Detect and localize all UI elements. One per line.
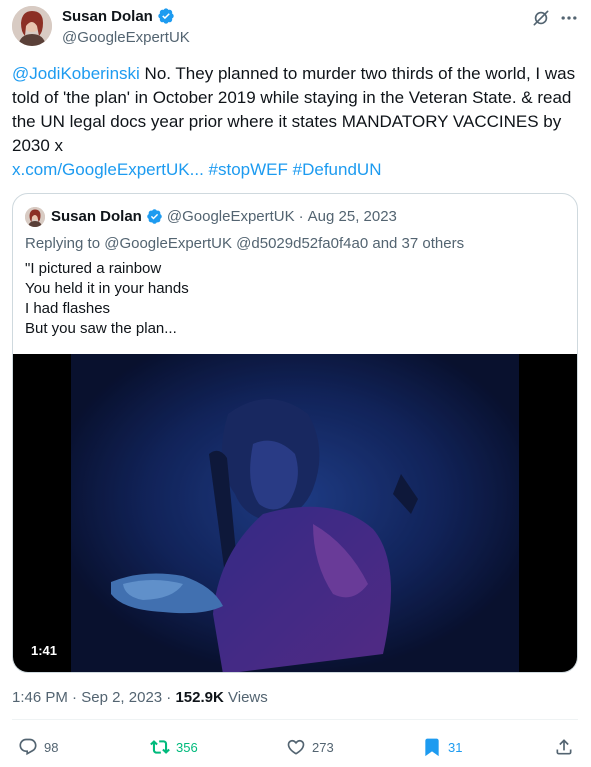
bookmark-count: 31 <box>448 739 463 755</box>
mention-link[interactable]: @JodiKoberinski <box>12 64 140 83</box>
separator-dot: · <box>298 208 304 225</box>
tweet: Susan Dolan @GoogleExpertUK @JodiKoberin… <box>0 0 591 767</box>
quoted-line: But you saw the plan... <box>25 320 177 337</box>
bookmark-button[interactable]: 31 <box>422 737 462 757</box>
replying-to-suffix: and 37 others <box>368 235 465 252</box>
tweet-date[interactable]: Sep 2, 2023 <box>81 689 162 706</box>
views-count[interactable]: 152.9K <box>175 689 223 706</box>
replying-to-prefix: Replying to <box>25 235 105 252</box>
quoted-tweet[interactable]: Susan Dolan @GoogleExpertUK · Aug 25, 20… <box>12 193 578 673</box>
heart-icon <box>287 739 305 755</box>
retweet-count: 356 <box>176 739 198 755</box>
author-name-row[interactable]: Susan Dolan <box>62 7 175 25</box>
quoted-header: Susan Dolan @GoogleExpertUK · Aug 25, 20… <box>51 208 397 225</box>
quoted-avatar[interactable] <box>25 207 45 227</box>
author-display-name[interactable]: Susan Dolan <box>62 8 153 25</box>
retweet-icon <box>150 740 170 754</box>
share-icon <box>556 739 572 755</box>
retweet-button[interactable]: 356 <box>150 737 198 757</box>
video-player[interactable]: 1:41 <box>13 354 577 672</box>
grok-icon[interactable] <box>531 8 551 28</box>
tweet-time[interactable]: 1:46 PM <box>12 689 68 706</box>
quoted-date[interactable]: Aug 25, 2023 <box>308 208 397 225</box>
quoted-handle: @GoogleExpertUK <box>166 208 295 225</box>
replying-to: Replying to @GoogleExpertUK @d5029d52fa0… <box>25 235 464 252</box>
tweet-text: @JodiKoberinski No. They planned to murd… <box>12 62 578 182</box>
quoted-line: You held it in your hands <box>25 280 189 297</box>
url-link[interactable]: x.com/GoogleExpertUK... <box>12 160 204 179</box>
separator-dot: · <box>72 689 78 706</box>
verified-badge-icon[interactable] <box>157 7 175 25</box>
more-icon[interactable] <box>559 8 579 28</box>
share-button[interactable] <box>554 737 574 757</box>
divider <box>12 719 578 720</box>
video-duration: 1:41 <box>25 641 64 660</box>
like-button[interactable]: 273 <box>286 737 334 757</box>
reply-button[interactable]: 98 <box>18 737 58 757</box>
quoted-line: "I pictured a rainbow <box>25 260 162 277</box>
hashtag-link[interactable]: #stopWEF <box>209 160 288 179</box>
views-label: Views <box>228 689 268 706</box>
replying-to-users[interactable]: @GoogleExpertUK @d5029d52fa0f4a0 <box>104 235 368 252</box>
like-count: 273 <box>312 739 334 755</box>
avatar[interactable] <box>12 6 52 46</box>
quoted-display-name[interactable]: Susan Dolan <box>51 208 142 225</box>
verified-badge-icon <box>146 208 163 225</box>
quoted-line: I had flashes <box>25 300 111 317</box>
separator-dot: · <box>166 689 172 706</box>
reply-icon <box>19 738 37 756</box>
quoted-text: "I pictured a rainbow You held it in you… <box>25 259 565 339</box>
reply-count: 98 <box>44 739 59 755</box>
bookmark-icon <box>425 738 439 757</box>
hashtag-link[interactable]: #DefundUN <box>293 160 382 179</box>
author-handle[interactable]: @GoogleExpertUK <box>62 29 190 46</box>
tweet-meta: 1:46 PM · Sep 2, 2023 · 152.9K Views <box>12 689 268 706</box>
